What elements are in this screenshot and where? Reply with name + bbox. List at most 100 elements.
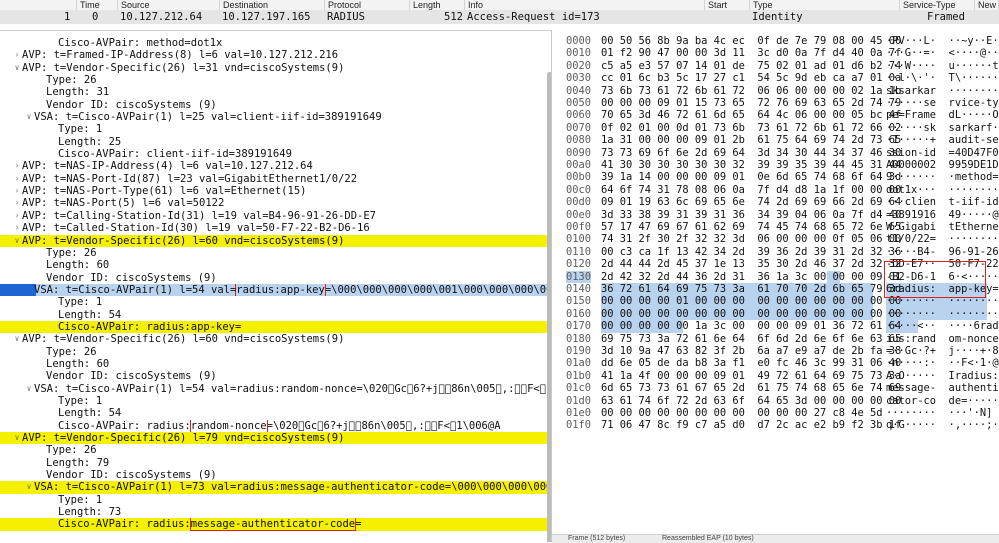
tree-row[interactable]: Cisco-AVPair: client-iif-id=389191649 xyxy=(0,148,551,160)
col-header-no[interactable] xyxy=(0,0,77,10)
hex-row[interactable]: 01f0 71 06 47 8c f9 c7 a5 d0 d7 2c ac e2 … xyxy=(552,419,999,431)
hex-row[interactable]: 0100 74 31 2f 30 2f 32 32 3d 06 00 00 00 … xyxy=(552,233,999,245)
tree-row[interactable]: Type: 26 xyxy=(0,74,551,86)
tree-row[interactable]: Length: 54 xyxy=(0,407,551,419)
tree-row[interactable]: Vendor ID: ciscoSystems (9) xyxy=(0,370,551,382)
tree-row[interactable]: Length: 54 xyxy=(0,309,551,321)
hex-row[interactable]: 01d0 63 61 74 6f 72 2d 63 6f 64 65 3d 00 … xyxy=(552,395,999,407)
chevron-right-icon[interactable]: › xyxy=(12,160,22,172)
tree-row-text: Cisco-AVPair: radius:app-key= xyxy=(58,320,242,333)
chevron-down-icon[interactable]: ∨ xyxy=(12,432,22,444)
tree-row[interactable]: Length: 79 xyxy=(0,457,551,469)
hex-offset: 01e0 xyxy=(566,407,592,419)
hex-row[interactable]: 0010 01 f2 90 47 00 00 3d 11 3c d0 0a 7f … xyxy=(552,47,999,59)
tree-row-text: AVP: t=Vendor-Specific(26) l=79 vnd=cisc… xyxy=(22,432,345,444)
tree-row[interactable]: Type: 1 xyxy=(0,395,551,407)
tree-row[interactable]: › AVP: t=Framed-IP-Address(8) l=6 val=10.… xyxy=(0,49,551,61)
hex-row[interactable]: 0110 00 c3 ca 1f 13 42 34 2d 39 36 2d 39 … xyxy=(552,246,999,258)
chevron-down-icon[interactable]: ∨ xyxy=(12,62,22,74)
hex-row[interactable]: 0090 73 73 69 6f 6e 2d 69 64 3d 34 30 44 … xyxy=(552,147,999,159)
chevron-right-icon[interactable]: › xyxy=(12,185,22,197)
tree-row[interactable]: › AVP: t=Calling-Station-Id(31) l=19 val=… xyxy=(0,210,551,222)
col-header-protocol[interactable]: Protocol xyxy=(325,0,410,10)
col-header-length[interactable]: Length xyxy=(410,0,465,10)
tree-row[interactable]: ∨ VSA: t=Cisco-AVPair(1) l=25 val=client-… xyxy=(0,111,551,123)
tree-row[interactable]: › AVP: t=NAS-IP-Address(4) l=6 val=10.127… xyxy=(0,160,551,172)
tree-row[interactable]: › AVP: t=NAS-Port-Type(61) l=6 val=Ethern… xyxy=(0,185,551,197)
chevron-right-icon[interactable]: › xyxy=(12,222,22,234)
tree-row[interactable]: ∨ AVP: t=Vendor-Specific(26) l=79 vnd=cis… xyxy=(0,432,551,445)
tree-row[interactable]: Vendor ID: ciscoSystems (9) xyxy=(0,99,551,111)
chevron-down-icon[interactable]: ∨ xyxy=(24,111,34,123)
col-header-destination[interactable]: Destination xyxy=(220,0,325,10)
tree-row[interactable]: Type: 26 xyxy=(0,247,551,259)
hex-row[interactable]: 0070 0f 02 01 00 0d 01 73 6b 73 61 72 6b … xyxy=(552,122,999,134)
hex-row[interactable]: 0180 69 75 73 3a 72 61 6e 64 6f 6d 2d 6e … xyxy=(552,333,999,345)
chevron-right-icon[interactable]: › xyxy=(12,210,22,222)
tree-row[interactable]: ∨VSA: t=Cisco-AVPair(1) l=54 val=radius:… xyxy=(0,283,551,297)
packet-detail-tree[interactable]: Cisco-AVPair: method=dot1x › AVP: t=Framed… xyxy=(0,30,552,542)
hex-row[interactable]: 01c0 6d 65 73 73 61 67 65 2d 61 75 74 68 … xyxy=(552,382,999,394)
tree-row[interactable]: Vendor ID: ciscoSystems (9) xyxy=(0,469,551,481)
col-header-source[interactable]: Source xyxy=(118,0,220,10)
hex-row[interactable]: 00a0 41 30 30 30 30 30 30 32 39 39 35 39 … xyxy=(552,159,999,171)
chevron-right-icon[interactable]: › xyxy=(12,173,22,185)
tree-row[interactable]: Cisco-AVPair: radius:app-key= xyxy=(0,320,551,334)
hex-row[interactable]: 0000 00 50 56 8b 9a ba 4c ec 0f de 7e 79 … xyxy=(552,35,999,47)
tree-row[interactable]: Cisco-AVPair: radius:random-nonce=\020 G… xyxy=(0,419,551,432)
hex-row[interactable]: 00e0 3d 33 38 39 31 39 31 36 34 39 04 06 … xyxy=(552,209,999,221)
cell-time: 0 xyxy=(92,11,99,23)
hex-row[interactable]: 01a0 dd 6e 05 de da b8 3a f1 e0 fc 46 3c … xyxy=(552,357,999,369)
hex-offset: 0180 xyxy=(566,332,592,345)
tree-row[interactable]: Length: 60 xyxy=(0,259,551,271)
chevron-down-icon[interactable]: ∨ xyxy=(24,481,34,493)
tree-row[interactable]: ∨ AVP: t=Vendor-Specific(26) l=31 vnd=cis… xyxy=(0,62,551,74)
tree-row[interactable]: ∨ AVP: t=Vendor-Specific(26) l=60 vnd=cis… xyxy=(0,333,551,345)
hex-row[interactable]: 00f0 57 17 47 69 67 61 62 69 74 45 74 68 … xyxy=(552,221,999,233)
hex-row[interactable]: 00b0 39 1a 14 00 00 00 09 01 0e 6d 65 74 … xyxy=(552,171,999,183)
hex-row[interactable]: 0170 00 00 00 00 00 1a 3c 00 00 00 09 01 … xyxy=(552,320,999,332)
chevron-right-icon[interactable]: › xyxy=(12,197,22,209)
hex-row[interactable]: 0080 1a 31 00 00 00 09 01 2b 61 75 64 69 … xyxy=(552,134,999,146)
hex-row[interactable]: 01e0 00 00 00 00 00 00 00 00 00 00 00 27 … xyxy=(552,407,999,419)
tree-row[interactable]: ∨ AVP: t=Vendor-Specific(26) l=60 vnd=cis… xyxy=(0,234,551,247)
tree-row[interactable]: Length: 31 xyxy=(0,86,551,98)
tree-row[interactable]: Cisco-AVPair: method=dot1x xyxy=(0,37,551,49)
hex-row[interactable]: 00d0 09 01 19 63 6c 69 65 6e 74 2d 69 69 … xyxy=(552,196,999,208)
hex-row[interactable]: 00c0 64 6f 74 31 78 08 06 0a 7f d4 d8 1a … xyxy=(552,184,999,196)
hex-row[interactable]: 0190 3d 10 9a 47 63 82 3f 2b 6a a7 e9 a7 … xyxy=(552,345,999,357)
tree-row[interactable]: Length: 73 xyxy=(0,506,551,518)
chevron-down-icon[interactable]: ∨ xyxy=(12,235,22,247)
hex-row[interactable]: 0030 cc 01 6c b3 5c 17 27 c1 54 5c 9d eb … xyxy=(552,72,999,84)
tree-row[interactable]: Length: 60 xyxy=(0,358,551,370)
tree-row[interactable]: Type: 1 xyxy=(0,296,551,308)
tree-row[interactable]: Type: 26 xyxy=(0,346,551,358)
packet-row[interactable]: 1 0 10.127.212.64 10.127.197.165 RADIUS … xyxy=(0,10,999,24)
tree-row[interactable]: Vendor ID: ciscoSystems (9) xyxy=(0,272,551,284)
hex-row[interactable]: 0060 70 65 3d 46 72 61 6d 65 64 4c 06 00 … xyxy=(552,109,999,121)
hex-row[interactable]: 0040 73 6b 73 61 72 6b 61 72 06 06 00 00 … xyxy=(552,85,999,97)
col-header-time[interactable]: Time xyxy=(77,0,118,10)
col-header-info[interactable]: Info xyxy=(465,0,705,10)
tree-row[interactable]: Length: 25 xyxy=(0,136,551,148)
tree-row[interactable]: Cisco-AVPair: radius:message-authenticat… xyxy=(0,518,551,531)
tree-row[interactable]: › AVP: t=NAS-Port(5) l=6 val=50122 xyxy=(0,197,551,209)
tree-row[interactable]: › AVP: t=Called-Station-Id(30) l=19 val=5… xyxy=(0,222,551,234)
hex-row[interactable]: 0020 c5 a5 e3 57 07 14 01 de 75 02 01 ad … xyxy=(552,60,999,72)
tree-row[interactable]: Type: 1 xyxy=(0,123,551,135)
col-header-service-type[interactable]: Service-Type xyxy=(900,0,975,10)
tree-row[interactable]: Type: 26 xyxy=(0,444,551,456)
hex-row[interactable]: 01b0 41 1a 4f 00 00 00 09 01 49 72 61 64 … xyxy=(552,370,999,382)
col-header-type[interactable]: Type xyxy=(750,0,900,10)
hex-row[interactable]: 0160 00 00 00 00 00 00 00 00 00 00 00 00 … xyxy=(552,308,999,320)
tree-row[interactable]: ∨ VSA: t=Cisco-AVPair(1) l=73 val=radius:… xyxy=(0,481,551,494)
tree-row[interactable]: › AVP: t=NAS-Port-Id(87) l=23 val=Gigabit… xyxy=(0,173,551,185)
col-header-new[interactable]: New C xyxy=(975,0,999,10)
chevron-right-icon[interactable]: › xyxy=(12,49,22,61)
col-header-start[interactable]: Start xyxy=(705,0,750,10)
tree-row[interactable]: Type: 1 xyxy=(0,494,551,506)
chevron-down-icon[interactable]: ∨ xyxy=(24,383,34,395)
tree-row[interactable]: ∨VSA: t=Cisco-AVPair(1) l=54 val=radius:… xyxy=(0,383,551,395)
hex-row[interactable]: 0050 00 00 00 09 01 15 73 65 72 76 69 63 … xyxy=(552,97,999,109)
chevron-down-icon[interactable]: ∨ xyxy=(12,333,22,345)
